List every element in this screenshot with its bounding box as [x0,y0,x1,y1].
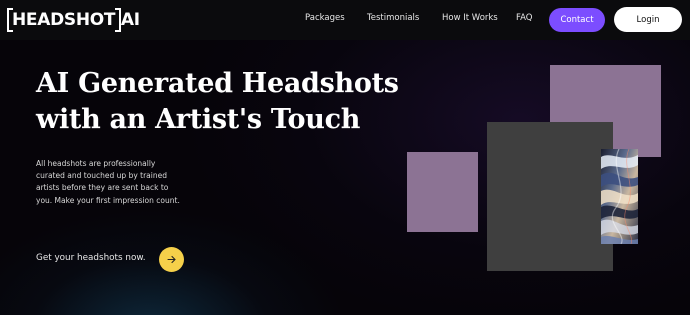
collage-tile-center [487,122,613,271]
hero-description: All headshots are professionally curated… [36,159,180,205]
hero-title-line-1: AI Generated Headshots [36,68,399,99]
top-navbar: HEADSHOT AI Packages Testimonials How It… [0,0,690,40]
collage-tile-left [407,152,478,232]
hero-title: AI Generated Headshots with an Artist's … [36,66,416,138]
page: HEADSHOT AI Packages Testimonials How It… [0,0,690,315]
cta-arrow-button[interactable] [159,247,184,272]
login-button[interactable]: Login [614,7,682,32]
contact-button[interactable]: Contact [549,8,605,32]
arrow-right-icon [167,255,176,264]
nav-link-packages[interactable]: Packages [305,13,345,23]
nav-link-testimonials[interactable]: Testimonials [367,13,419,23]
contact-button-label: Contact [560,15,594,25]
nav-link-faq[interactable]: FAQ [516,13,532,23]
login-button-label: Login [636,14,660,25]
hero-title-line-2: with an Artist's Touch [36,104,361,135]
cta-link-text[interactable]: Get your headshots now. [36,253,146,263]
abstract-chrome-image [601,149,638,244]
nav-link-how-it-works[interactable]: How It Works [442,13,498,23]
